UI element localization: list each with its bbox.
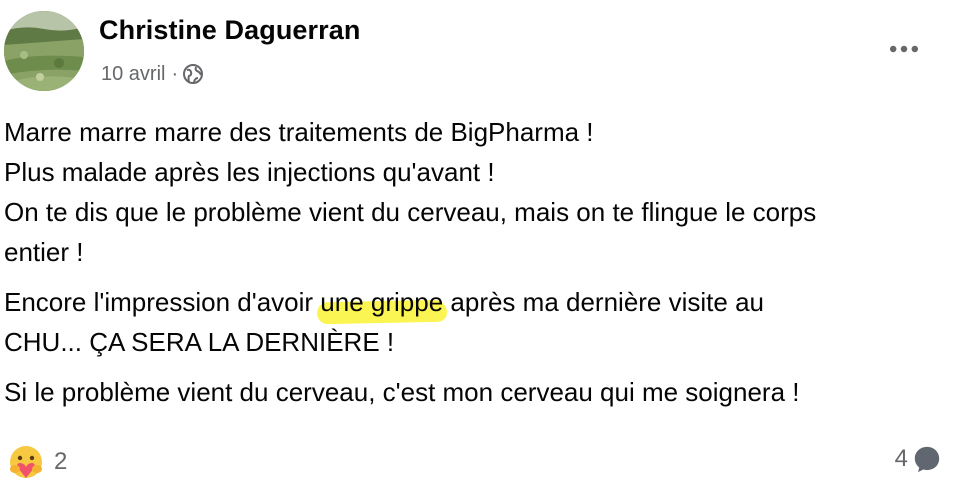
meta-separator: · [171, 62, 179, 85]
post-line: Encore l'impression d'avoir une grippe a… [4, 282, 954, 322]
post-line: On te dis que le problème vient du cerve… [4, 197, 817, 227]
post-body: Marre marre marre des traitements de Big… [4, 112, 954, 412]
comment-count: 4 [894, 445, 908, 472]
facebook-post: Christine Daguerran 10 avril · Marre mar… [0, 0, 962, 500]
more-options-button[interactable] [884, 34, 924, 64]
avatar[interactable] [4, 11, 84, 91]
more-options-icon [889, 45, 919, 53]
reaction-count: 2 [54, 448, 68, 475]
post-text: après ma dernière visite au [443, 287, 764, 317]
post-line: Plus malade après les injections qu'avan… [4, 157, 495, 187]
highlighted-text: une grippe [320, 287, 444, 317]
post-line: Si le problème vient du cerveau, c'est m… [4, 377, 800, 407]
post-date[interactable]: 10 avril [101, 63, 165, 86]
post-text: Encore l'impression d'avoir [4, 287, 321, 317]
post-line: CHU... ÇA SERA LA DERNIÈRE ! [4, 327, 395, 357]
care-reaction-icon [10, 446, 42, 478]
author-name[interactable]: Christine Daguerran [99, 15, 360, 46]
comment-bubble-icon [914, 446, 940, 473]
avatar-image [4, 11, 84, 91]
post-meta: 10 avril · [101, 60, 204, 88]
reactions-summary[interactable]: 2 [6, 442, 67, 482]
post-line: Marre marre marre des traitements de Big… [4, 117, 594, 147]
comments-summary[interactable]: 4 [895, 444, 942, 474]
post-footer: 2 4 [0, 438, 962, 488]
globe-icon [182, 63, 204, 85]
post-line: entier ! [4, 237, 84, 267]
